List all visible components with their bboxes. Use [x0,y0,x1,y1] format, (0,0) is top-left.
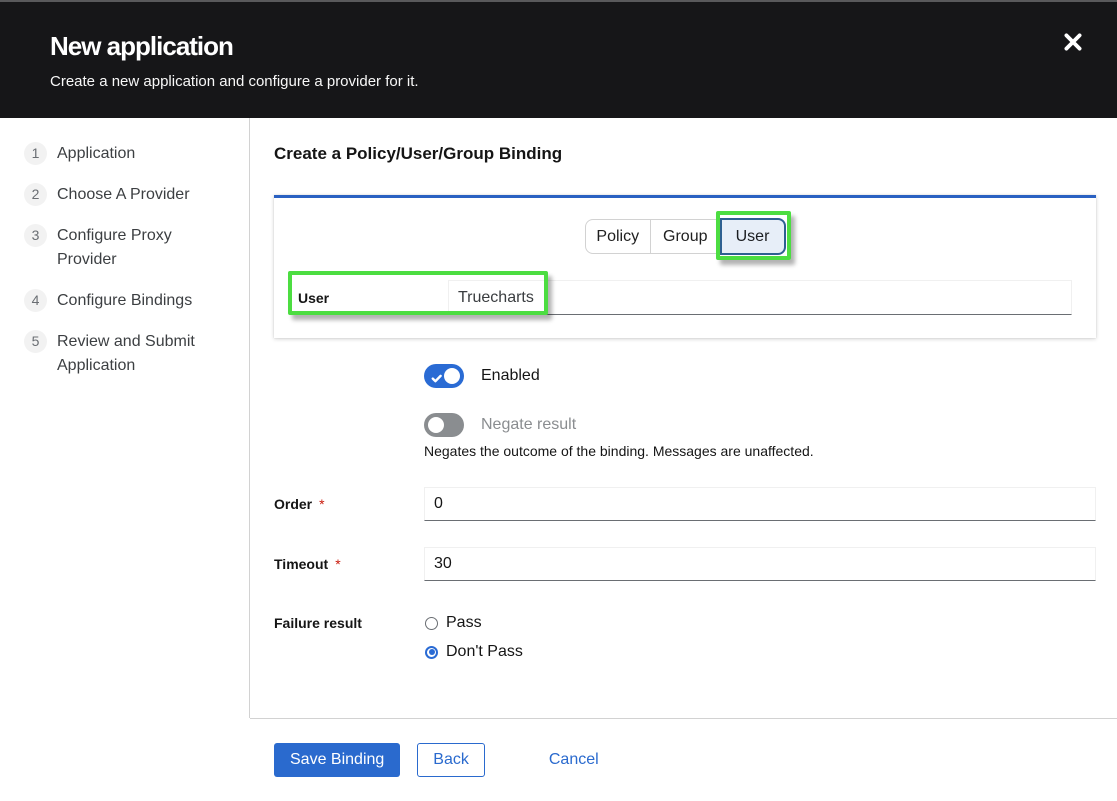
step-number: 3 [24,224,47,247]
enabled-toggle-row: Enabled [424,364,540,388]
wizard-main-panel: Create a Policy/User/Group Binding Polic… [250,118,1117,718]
dont-pass-radio-row: Don't Pass [424,641,1096,663]
step-configure-proxy-provider[interactable]: 3 Configure Proxy Provider [24,224,249,272]
wizard-steps-sidebar: 1 Application 2 Choose A Provider 3 Conf… [0,118,250,718]
toggle-knob [444,368,460,384]
step-number: 2 [24,183,47,206]
order-form-group: Order* [274,487,1096,521]
negate-form-group: Negate result Negates the outcome of the… [274,413,1096,462]
enabled-form-group: Enabled [274,364,1096,388]
step-label: Choose A Provider [57,183,190,207]
negate-toggle-label: Negate result [481,416,576,434]
negate-toggle-row: Negate result [424,413,1096,437]
timeout-input[interactable] [424,547,1096,581]
wizard-body: 1 Application 2 Choose A Provider 3 Conf… [0,118,1117,718]
step-review-and-submit[interactable]: 5 Review and Submit Application [24,330,249,378]
cancel-button[interactable]: Cancel [533,743,615,777]
step-number: 5 [24,330,47,353]
negate-help-text: Negates the outcome of the binding. Mess… [424,441,1096,462]
step-label: Review and Submit Application [57,330,195,378]
new-application-modal: New application Create a new application… [0,0,1117,801]
step-choose-a-provider[interactable]: 2 Choose A Provider [24,183,249,207]
modal-title: New application [50,32,1067,60]
user-field-label: User [298,280,448,315]
step-label: Configure Bindings [57,289,192,313]
pass-radio-row: Pass [424,612,1096,634]
enabled-toggle[interactable] [424,364,464,388]
step-label: Application [57,142,135,166]
user-select[interactable]: Truecharts [448,280,1072,315]
save-binding-button[interactable]: Save Binding [274,743,400,777]
pass-radio[interactable] [425,617,438,630]
user-select-value: Truecharts [458,289,534,307]
dont-pass-radio[interactable] [425,646,438,659]
step-number: 4 [24,289,47,312]
binding-type-tab-group: Policy Group User [298,219,1072,255]
required-asterisk: * [335,556,340,572]
modal-subtitle: Create a new application and configure a… [50,71,1067,92]
failure-result-form-group: Failure result Pass Don't Pass [274,612,1096,663]
check-icon [431,371,442,389]
close-icon [1064,33,1082,51]
timeout-label: Timeout* [274,547,424,581]
tab-user[interactable]: User [720,218,786,255]
modal-header: New application Create a new application… [0,2,1117,118]
pass-radio-label: Pass [446,614,482,632]
binding-card: Policy Group User User Truecharts [274,195,1096,338]
tab-group[interactable]: Group [650,219,721,254]
user-binding-row: User Truecharts [298,280,1072,315]
tab-policy[interactable]: Policy [585,219,652,254]
dont-pass-radio-label: Don't Pass [446,643,523,661]
timeout-form-group: Timeout* [274,547,1096,581]
step-application[interactable]: 1 Application [24,142,249,166]
page-title: Create a Policy/User/Group Binding [274,142,1096,166]
order-label: Order* [274,487,424,521]
required-asterisk: * [319,496,324,512]
order-input[interactable] [424,487,1096,521]
step-configure-bindings[interactable]: 4 Configure Bindings [24,289,249,313]
enabled-toggle-label: Enabled [481,367,540,385]
step-number: 1 [24,142,47,165]
close-button[interactable] [1064,33,1082,51]
step-label: Configure Proxy Provider [57,224,172,272]
negate-toggle[interactable] [424,413,464,437]
failure-result-label: Failure result [274,612,424,663]
back-button[interactable]: Back [417,743,485,777]
toggle-knob [428,417,444,433]
wizard-footer: Save Binding Back Cancel [250,718,1117,801]
